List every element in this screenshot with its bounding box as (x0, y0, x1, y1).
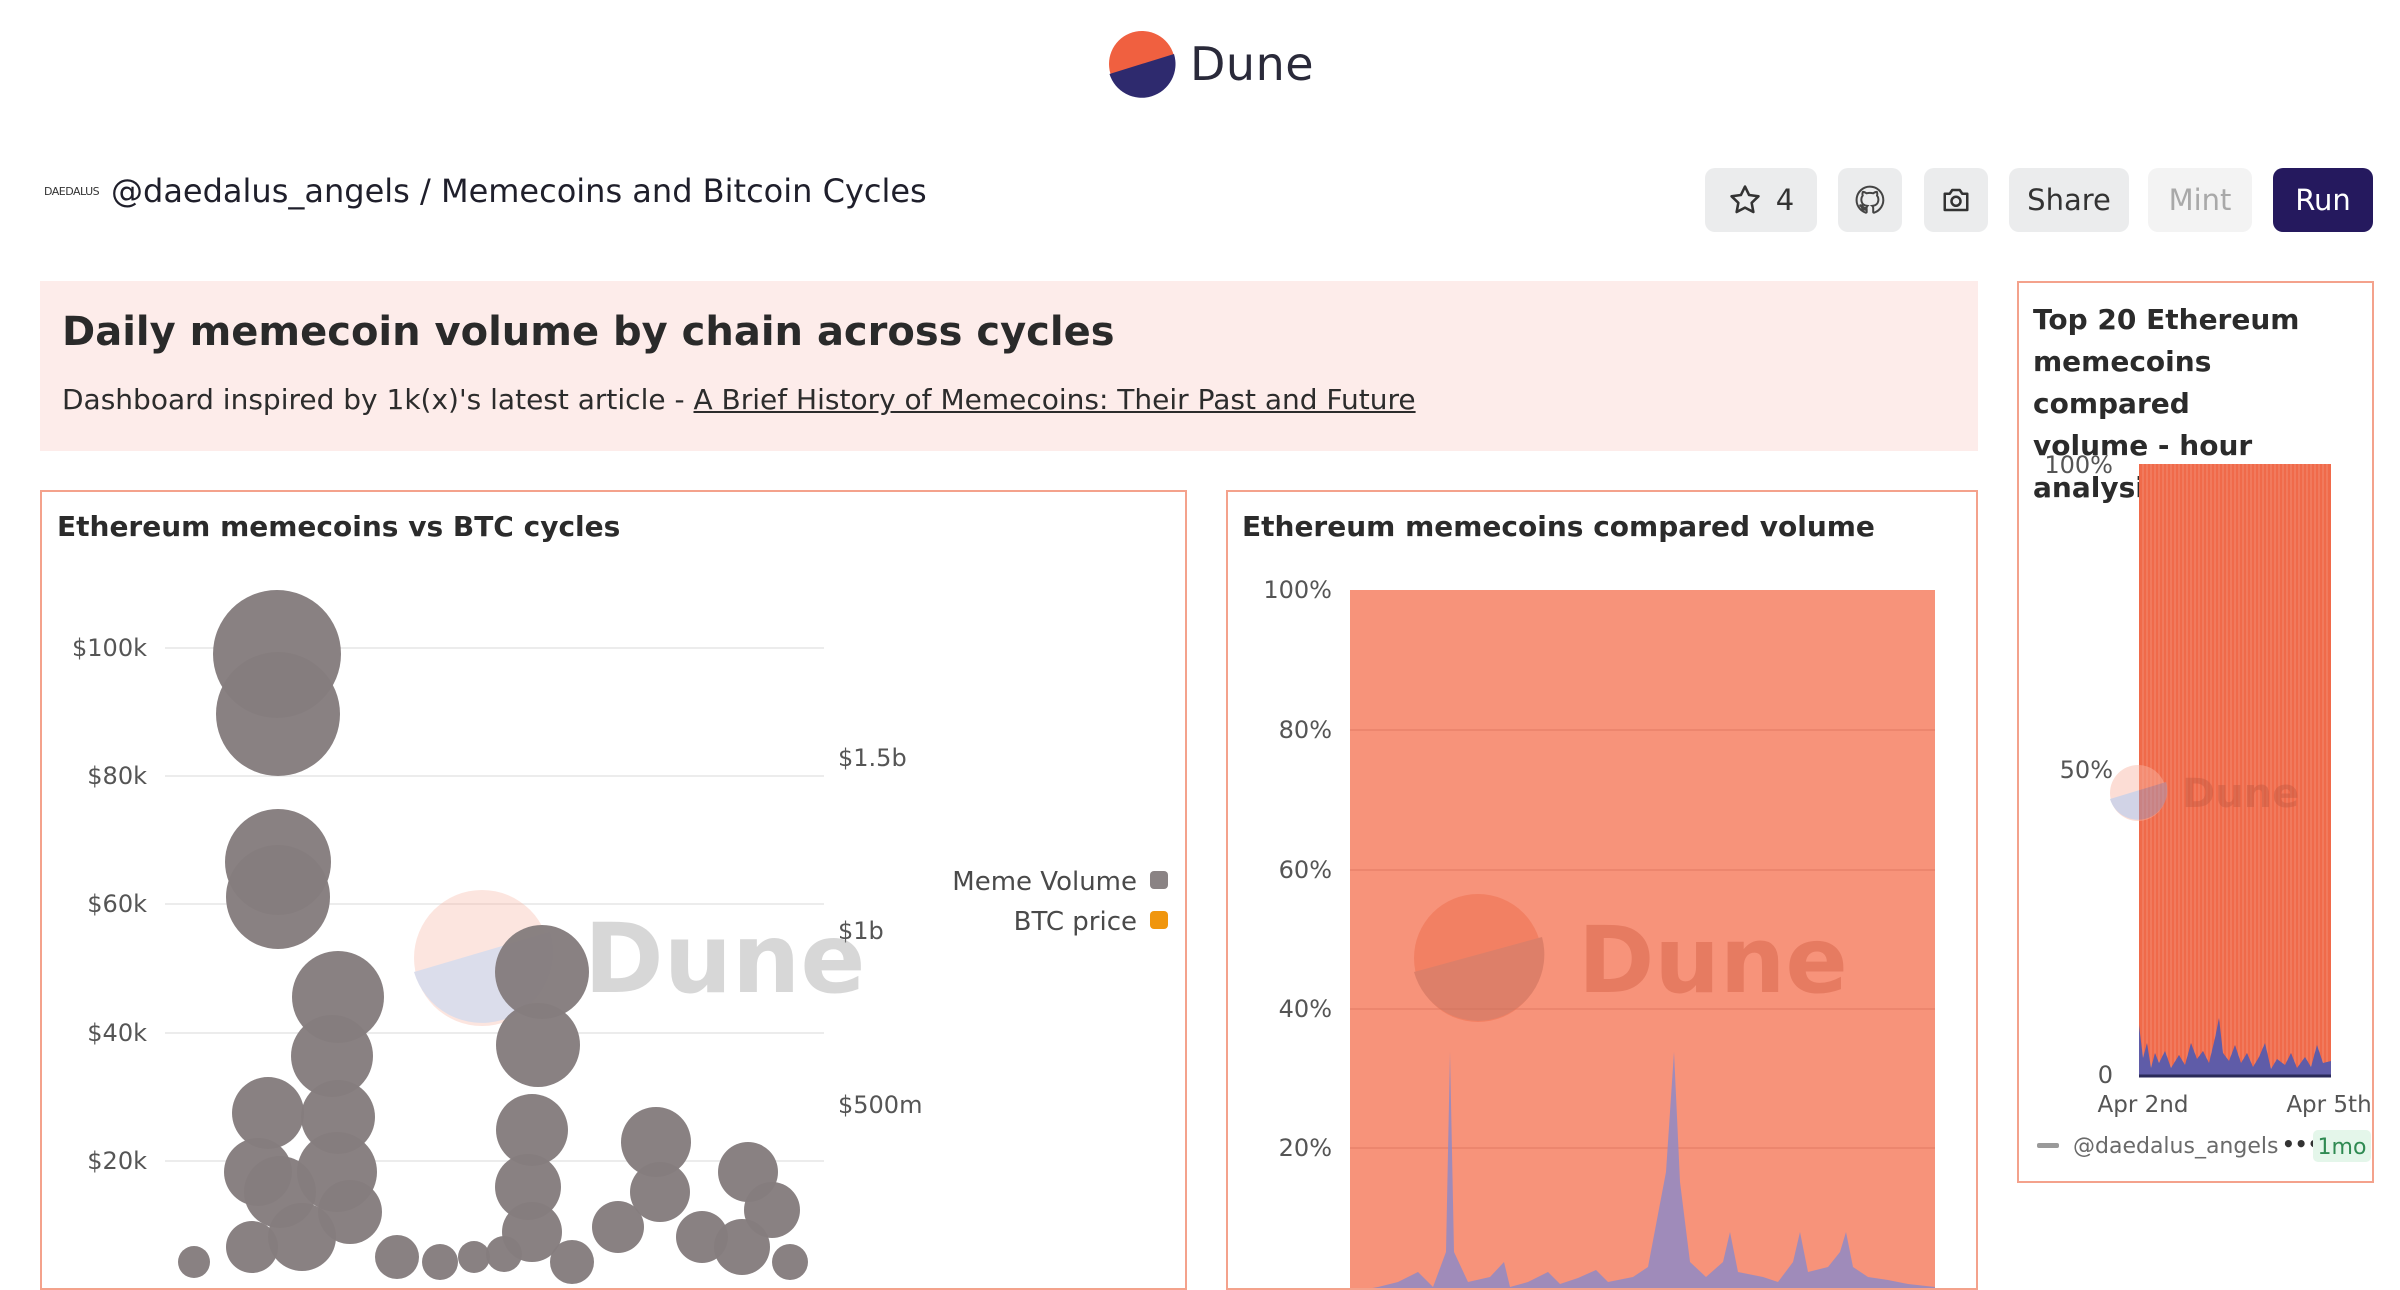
meme-volume-point (268, 1203, 336, 1271)
star-count: 4 (1775, 183, 1795, 217)
dashboard-breadcrumb[interactable]: @daedalus_angels / Memecoins and Bitcoin… (111, 172, 927, 210)
meme-volume-point (178, 1246, 210, 1278)
github-button[interactable] (1838, 168, 1902, 232)
bar-separators (2142, 464, 2328, 1076)
description-text: Dashboard inspired by 1k(x)'s latest art… (62, 383, 694, 416)
legend-label-meme-volume: Meme Volume (952, 867, 1137, 897)
meme-volume-point (422, 1244, 458, 1280)
meme-volume-point (714, 1219, 770, 1275)
watermark-text: Dune (1578, 907, 1848, 1014)
y-tick-left: $60k (87, 890, 147, 918)
y-tick: 0 (2098, 1061, 2113, 1089)
dune-watermark: Dune (2110, 765, 2299, 821)
dune-watermark: Dune (1414, 894, 1848, 1022)
stacked-bar-chart: 100% 50% 0 Dune Apr 2nd Apr 5th @daedalu… (2037, 451, 2372, 1162)
y-tick-left: $20k (87, 1147, 147, 1175)
text-widget-title: Daily memecoin volume by chain across cy… (62, 309, 1115, 355)
chart-card-hour-analysis[interactable]: Top 20 Ethereum memecoins compared volum… (2017, 281, 2374, 1183)
meme-volume-point (496, 1003, 580, 1087)
dune-logo-icon (1109, 31, 1176, 98)
dune-logo-text: Dune (1190, 37, 1315, 91)
star-icon (1730, 185, 1760, 214)
meme-volume-point (375, 1235, 419, 1279)
y-tick-left: $100k (72, 634, 147, 662)
chart-author[interactable]: @daedalus_angels (2073, 1134, 2278, 1159)
y-tick: 20% (1279, 1134, 1332, 1162)
watermark-text: Dune (584, 903, 865, 1015)
meme-volume-point (232, 1077, 304, 1149)
age-badge-text: 1mo (2318, 1135, 2367, 1160)
y-tick: 40% (1279, 995, 1332, 1023)
owner-avatar[interactable]: DAEDALUS (44, 185, 100, 198)
y-tick-right: $1.5b (838, 744, 907, 772)
github-icon (1855, 185, 1885, 214)
meme-volume-point (226, 845, 330, 949)
y-tick: 60% (1279, 856, 1332, 884)
x-tick: Apr 2nd (2098, 1092, 2189, 1118)
star-button[interactable]: 4 (1705, 168, 1817, 232)
meme-volume-point (550, 1240, 594, 1284)
y-tick: 100% (2044, 451, 2113, 479)
legend-swatch-btc-price (1150, 911, 1168, 929)
legend-swatch-meme-volume (1150, 871, 1168, 889)
screenshot-button[interactable] (1924, 168, 1988, 232)
meme-volume-point (458, 1241, 490, 1273)
meme-volume-point (772, 1244, 808, 1280)
y-tick: 100% (1263, 576, 1332, 604)
y-tick-right: $500m (838, 1091, 922, 1119)
text-widget: Daily memecoin volume by chain across cy… (40, 281, 1978, 451)
y-tick: 50% (2060, 756, 2113, 784)
y-tick-left: $80k (87, 762, 147, 790)
run-button[interactable]: Run (2273, 168, 2373, 232)
chart-card-compared-volume[interactable]: Ethereum memecoins compared volume 100% … (1226, 490, 1978, 1290)
meme-volume-point (216, 652, 340, 776)
meme-volume-point (630, 1162, 690, 1222)
area-chart: 100% 80% 60% 40% 20% Dune (1263, 576, 1935, 1288)
meme-volume-point (226, 1221, 278, 1273)
scatter-chart: $100k $80k $60k $40k $20k $1.5b $1b $500… (72, 590, 1168, 1284)
dune-watermark: Dune (414, 890, 865, 1026)
chart-legend: Meme Volume BTC price (952, 867, 1168, 937)
chart-card-eth-vs-btc[interactable]: Ethereum memecoins vs BTC cycles $100k $… (40, 490, 1187, 1290)
x-tick: Apr 5th (2286, 1092, 2371, 1118)
legend-label-btc-price: BTC price (1014, 907, 1137, 937)
article-link[interactable]: A Brief History of Memecoins: Their Past… (694, 383, 1416, 416)
camera-icon (1943, 188, 1969, 212)
author-avatar-icon (2037, 1143, 2059, 1148)
dune-logo[interactable]: Dune (1108, 30, 1314, 98)
text-widget-description: Dashboard inspired by 1k(x)'s latest art… (62, 383, 1956, 416)
y-tick-left: $40k (87, 1019, 147, 1047)
y-tick: 80% (1279, 716, 1332, 744)
mint-button[interactable]: Mint (2148, 168, 2252, 232)
share-button[interactable]: Share (2009, 168, 2129, 232)
watermark-text: Dune (2182, 771, 2299, 817)
